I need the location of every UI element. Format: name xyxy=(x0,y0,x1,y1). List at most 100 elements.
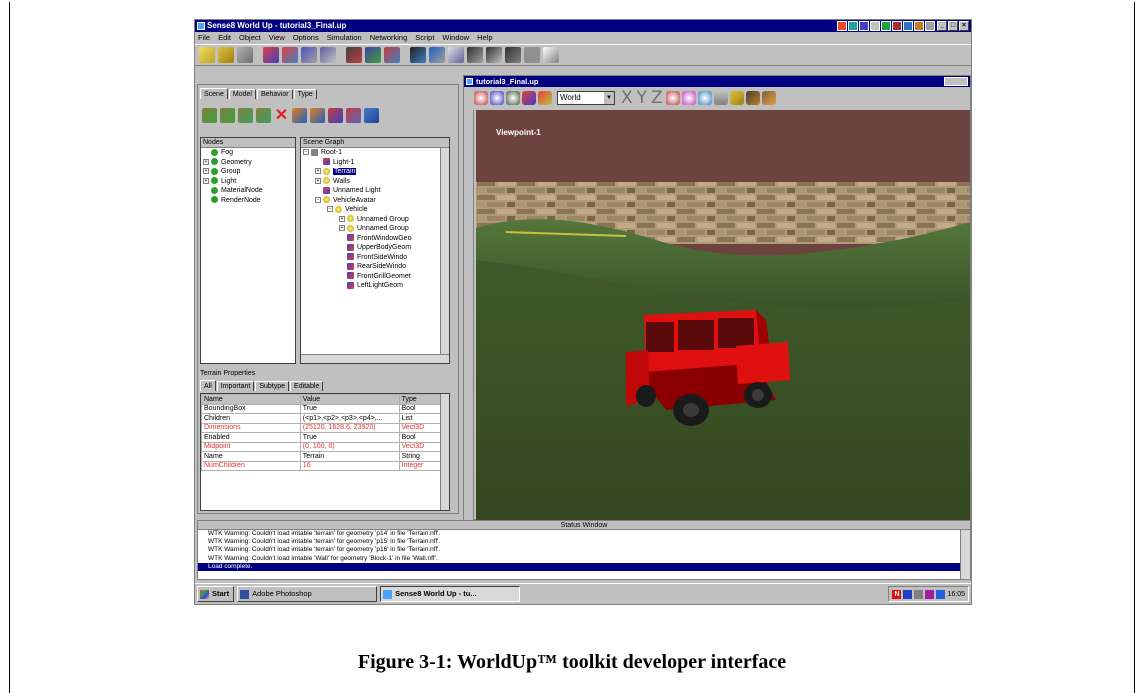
expand-icon[interactable]: − xyxy=(327,206,333,213)
tool-icon[interactable] xyxy=(903,21,913,31)
scene-graph-item[interactable]: + Terrain xyxy=(301,167,449,177)
scene-graph-item[interactable]: Light-1 xyxy=(301,158,449,168)
translate-icon[interactable] xyxy=(665,91,680,105)
reset-view-icon[interactable] xyxy=(745,91,760,105)
add-light-icon[interactable] xyxy=(320,47,336,63)
scale-icon[interactable] xyxy=(697,91,712,105)
open-icon[interactable] xyxy=(218,47,234,63)
camera-icon[interactable] xyxy=(410,47,426,63)
navigate-icon[interactable] xyxy=(448,47,464,63)
property-row[interactable]: Midpoint (0, 100, 0) Vect3D xyxy=(201,441,450,452)
lock-icon[interactable] xyxy=(729,91,744,105)
orbit-icon[interactable] xyxy=(681,91,696,105)
node-item[interactable]: + Light xyxy=(201,177,295,187)
tool-icon[interactable] xyxy=(870,21,880,31)
cascade-icon[interactable] xyxy=(486,47,502,63)
scene-graph-item[interactable]: Unnamed Light xyxy=(301,186,449,196)
speaker-icon[interactable] xyxy=(914,589,924,599)
link-icon[interactable] xyxy=(292,107,307,123)
expand-icon[interactable]: − xyxy=(303,149,309,156)
property-value[interactable]: Terrain xyxy=(299,451,400,462)
tab-type[interactable]: Type xyxy=(293,89,317,99)
zoom-icon[interactable] xyxy=(506,91,520,105)
3d-scene-view[interactable]: Viewpoint-1 xyxy=(476,110,970,520)
new-icon[interactable] xyxy=(199,47,215,63)
save-icon[interactable] xyxy=(237,47,253,63)
add-group-icon[interactable] xyxy=(301,47,317,63)
tab-important[interactable]: Important xyxy=(216,381,255,391)
collapse-icon[interactable] xyxy=(346,107,361,123)
tab-behavior[interactable]: Behavior xyxy=(256,89,293,99)
viewport-window-controls[interactable] xyxy=(944,77,968,86)
insert-child-icon[interactable] xyxy=(220,107,235,123)
axis-z-button[interactable]: Z xyxy=(651,88,663,108)
node-item[interactable]: MaterialNode xyxy=(201,186,295,196)
tab-subtype[interactable]: Subtype xyxy=(255,381,290,391)
start-button[interactable]: Start xyxy=(197,586,235,602)
scene-graph-item[interactable]: FrontSideWindo xyxy=(301,253,449,263)
menu-simulation[interactable]: Simulation xyxy=(327,32,362,43)
expand-icon[interactable]: − xyxy=(315,196,321,203)
reset-icon[interactable] xyxy=(384,47,400,63)
column-header-value[interactable]: Value xyxy=(299,394,400,405)
move-down-icon[interactable] xyxy=(256,107,271,123)
menu-options[interactable]: Options xyxy=(293,32,319,43)
menu-script[interactable]: Script xyxy=(415,32,434,43)
menu-object[interactable]: Object xyxy=(239,32,261,43)
expand-icon[interactable]: + xyxy=(315,168,321,175)
expand-icon[interactable]: + xyxy=(203,168,209,175)
expand-icon[interactable]: + xyxy=(203,177,209,184)
add-geometry-icon[interactable] xyxy=(282,47,298,63)
network-icon[interactable]: N xyxy=(892,589,902,599)
tab-scene[interactable]: Scene xyxy=(200,88,228,99)
blank-icon[interactable] xyxy=(524,47,540,63)
scene-graph-item[interactable]: + Unnamed Group xyxy=(301,224,449,234)
expand-icon[interactable] xyxy=(328,107,343,123)
viewpoint-icon[interactable] xyxy=(429,47,445,63)
unlink-icon[interactable] xyxy=(310,107,325,123)
menu-file[interactable]: File xyxy=(198,32,210,43)
viewport-splitter[interactable] xyxy=(464,110,474,520)
stop-icon[interactable] xyxy=(365,47,381,63)
lighting-icon[interactable] xyxy=(761,91,776,105)
menu-edit[interactable]: Edit xyxy=(218,32,231,43)
tile-icon[interactable] xyxy=(467,47,483,63)
property-row[interactable]: Name Terrain String xyxy=(201,451,450,462)
taskbar-item-worldup[interactable]: Sense8 World Up - tu... xyxy=(380,586,521,602)
tray-icon[interactable] xyxy=(925,589,935,599)
taskbar-item-photoshop[interactable]: Adobe Photoshop xyxy=(237,586,378,602)
property-value[interactable]: 16 xyxy=(299,460,400,471)
menu-networking[interactable]: Networking xyxy=(370,32,408,43)
move-up-icon[interactable] xyxy=(238,107,253,123)
tray-icon[interactable] xyxy=(903,589,913,599)
node-item[interactable]: + Geometry xyxy=(201,158,295,168)
tab-editable[interactable]: Editable xyxy=(290,381,324,391)
property-value[interactable]: (<p1>,<p2>,<p3>,<p4>,... xyxy=(299,413,400,424)
walk-icon[interactable] xyxy=(538,91,552,105)
expand-icon[interactable]: + xyxy=(203,158,209,165)
window-icon[interactable] xyxy=(505,47,521,63)
scene-graph-vscroll[interactable] xyxy=(440,148,449,354)
tab-model[interactable]: Model xyxy=(228,89,256,99)
node-item[interactable]: + Group xyxy=(201,167,295,177)
tool-icon[interactable] xyxy=(848,21,858,31)
property-value[interactable]: (0, 100, 0) xyxy=(299,441,400,452)
menu-window[interactable]: Window xyxy=(442,32,469,43)
minimize-button[interactable]: _ xyxy=(937,21,947,31)
axis-y-button[interactable]: Y xyxy=(637,88,647,108)
property-row[interactable]: Children (<p1>,<p2>,<p3>,<p4>,... List xyxy=(201,413,450,424)
pan-icon[interactable] xyxy=(474,91,488,105)
scene-graph-item[interactable]: FrontGrillGeomet xyxy=(301,272,449,282)
scene-graph-item[interactable]: − Root-1 xyxy=(301,148,449,158)
run-icon[interactable] xyxy=(346,47,362,63)
property-row[interactable]: Dimensions (25120, 1628.6, 23920) Vect3D xyxy=(201,422,450,433)
scene-graph-hscroll[interactable] xyxy=(301,354,449,363)
maximize-button[interactable]: □ xyxy=(948,21,958,31)
property-row[interactable]: Enabled True Bool xyxy=(201,432,450,443)
delete-icon[interactable]: ✕ xyxy=(274,107,289,123)
properties-icon[interactable] xyxy=(364,107,379,123)
menu-view[interactable]: View xyxy=(269,32,285,43)
scene-graph-item[interactable]: + Walls xyxy=(301,177,449,187)
tab-all[interactable]: All xyxy=(200,380,216,391)
node-item[interactable]: RenderNode xyxy=(201,196,295,206)
